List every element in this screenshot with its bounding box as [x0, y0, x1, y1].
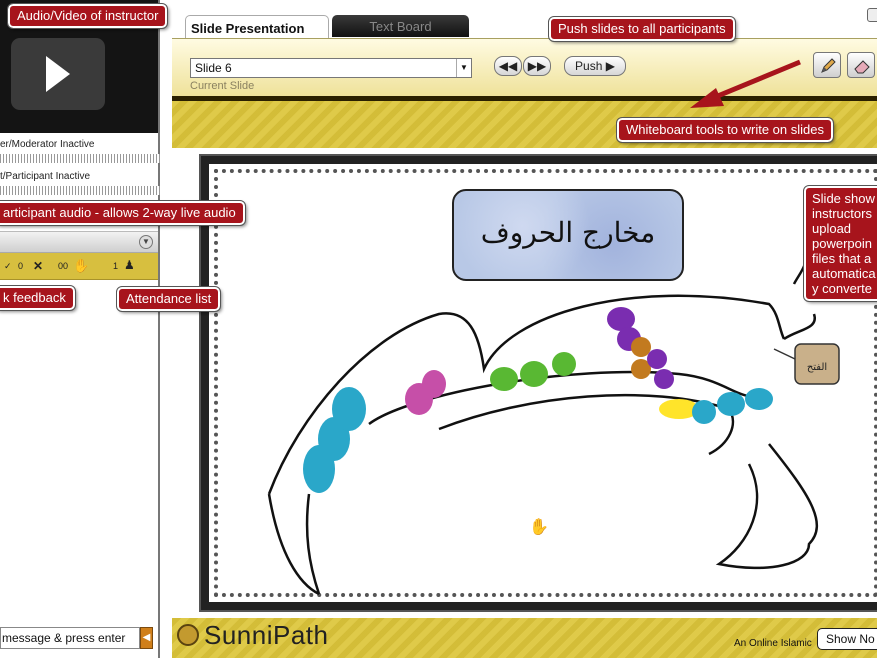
- app-root: er/Moderator Inactive t/Participant Inac…: [0, 0, 877, 658]
- tab-slide-presentation[interactable]: Slide Presentation: [185, 15, 329, 39]
- fast-forward-button[interactable]: ▶▶: [523, 56, 551, 76]
- send-icon[interactable]: ◀: [140, 627, 153, 649]
- callout-push-slides: Push slides to all participants: [548, 16, 736, 42]
- eraser-icon: [854, 60, 870, 74]
- slide-select-value: Slide 6: [195, 61, 232, 75]
- mouth-diagram: الفتح ✋: [267, 253, 840, 596]
- hand-icon[interactable]: ✋: [73, 258, 89, 274]
- slide-select[interactable]: Slide 6 ▼: [190, 58, 472, 78]
- participant-audio-meter: [0, 186, 160, 195]
- sunnipath-logo-icon: [177, 624, 199, 646]
- pencil-button[interactable]: [813, 52, 841, 78]
- callout-attendance: Attendance list: [115, 286, 222, 312]
- play-button[interactable]: [11, 38, 105, 110]
- current-slide-label: Current Slide: [190, 80, 255, 92]
- tag-label: الفتح: [807, 362, 827, 373]
- brand-tagline: An Online Islamic: [734, 638, 812, 649]
- play-icon: [46, 56, 70, 92]
- x-icon[interactable]: ✕: [33, 259, 43, 273]
- callout-participant-audio: articipant audio - allows 2-way live aud…: [0, 200, 246, 226]
- callout-slide-show: Slide show instructors upload powerpoin …: [803, 185, 877, 302]
- rewind-icon: ◀◀: [498, 59, 518, 73]
- participant-status: t/Participant Inactive: [0, 171, 91, 182]
- slide-toolbar: Slide 6 ▼ Current Slide ◀◀ ▶▶ Push ▶: [172, 38, 877, 96]
- eraser-button[interactable]: [847, 52, 875, 78]
- participant-controls: ✓ 0 ✕ 00 ✋ 1 ♟: [0, 253, 158, 280]
- pencil-icon: [821, 58, 836, 73]
- moderator-status: er/Moderator Inactive: [0, 139, 95, 150]
- slide-canvas[interactable]: مخارج الحروف الفتح ✋: [199, 154, 877, 612]
- participants-header[interactable]: ▼: [0, 231, 158, 253]
- chat-input[interactable]: message & press enter: [0, 627, 140, 649]
- fast-forward-icon: ▶▶: [527, 59, 547, 73]
- push-label: Push: [575, 59, 603, 73]
- show-notes-button[interactable]: Show No: [817, 628, 877, 650]
- push-button[interactable]: Push ▶: [564, 56, 626, 76]
- tab-text-board[interactable]: Text Board: [332, 15, 469, 37]
- moderator-audio-meter: [0, 154, 160, 163]
- count-attendees: 1: [113, 261, 119, 271]
- hand-cursor-icon: ✋: [529, 517, 549, 536]
- left-panel: er/Moderator Inactive t/Participant Inac…: [0, 0, 160, 658]
- check-icon[interactable]: ✓: [4, 261, 12, 272]
- count-x: 0: [18, 261, 24, 271]
- rewind-button[interactable]: ◀◀: [494, 56, 522, 76]
- callout-feedback: k feedback: [0, 285, 76, 311]
- callout-whiteboard: Whiteboard tools to write on slides: [616, 117, 834, 143]
- brand-name: SunniPath: [204, 620, 329, 650]
- attendee-icon[interactable]: ♟: [124, 258, 135, 272]
- presentation-area: Slide Presentation Text Board Slide 6 ▼ …: [172, 0, 877, 658]
- count-hand: 00: [58, 261, 69, 271]
- dropdown-icon[interactable]: ▼: [139, 235, 153, 249]
- window-control-icon[interactable]: [867, 8, 877, 22]
- chevron-down-icon[interactable]: ▼: [456, 59, 471, 77]
- callout-audio-video: Audio/Video of instructor: [6, 3, 169, 29]
